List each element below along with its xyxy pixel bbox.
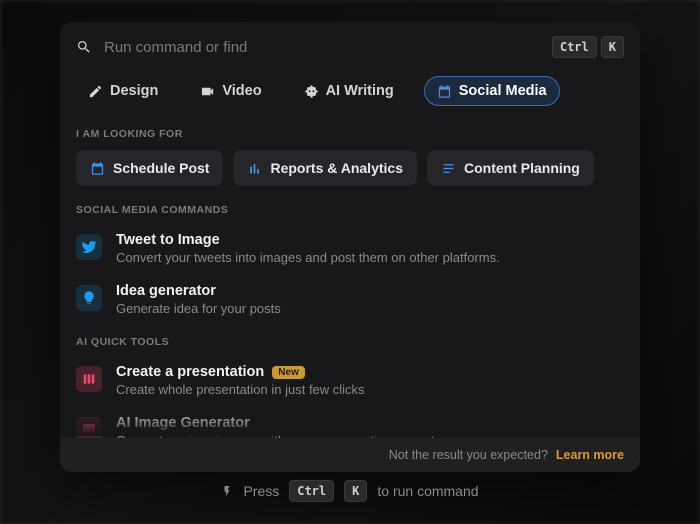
tab-ai-writing[interactable]: AI Writing [292,77,406,105]
palette-body: I AM LOOKING FOR Schedule Post Reports &… [60,120,640,438]
command-subtitle: Convert your tweets into images and post… [116,250,624,265]
learn-more-link[interactable]: Learn more [556,448,624,462]
chip-label: Reports & Analytics [270,160,403,176]
keyboard-hint: Press Ctrl K to run command [0,480,700,502]
pen-icon [88,84,103,99]
command-text: Create a presentation New Create whole p… [116,364,624,397]
command-title: Create a presentation New [116,364,624,380]
calendar-icon [90,161,105,176]
video-icon [200,84,215,99]
bulb-icon [76,285,102,311]
kbd-k: K [344,480,367,502]
tool-ai-image-generator[interactable]: AI Image Generator Generate unique image… [76,409,624,438]
tab-label: AI Writing [326,83,394,99]
section-tools: AI QUICK TOOLS [76,336,624,348]
command-text: AI Image Generator Generate unique image… [116,415,624,438]
command-title: AI Image Generator [116,415,624,431]
footer-text: Not the result you expected? [389,448,548,462]
command-idea-generator[interactable]: Idea generator Generate idea for your po… [76,277,624,328]
command-text: Tweet to Image Convert your tweets into … [116,232,624,265]
section-looking-for: I AM LOOKING FOR [76,128,624,140]
kbd-k: K [601,36,624,58]
palette-footer: Not the result you expected? Learn more [60,438,640,472]
tab-social-media[interactable]: Social Media [424,76,560,106]
command-title: Tweet to Image [116,232,624,248]
shortcut-hint: Ctrl K [552,36,624,58]
bolt-icon [221,485,233,497]
calendar-icon [437,84,452,99]
tab-design[interactable]: Design [76,77,170,105]
tab-video[interactable]: Video [188,77,273,105]
tab-label: Video [222,83,261,99]
command-subtitle: Create whole presentation in just few cl… [116,382,624,397]
title-text: Create a presentation [116,364,264,380]
command-tweet-to-image[interactable]: Tweet to Image Convert your tweets into … [76,226,624,277]
tool-create-presentation[interactable]: Create a presentation New Create whole p… [76,358,624,409]
command-palette: Ctrl K Design Video AI Writing Social Me… [60,22,640,472]
chip-label: Schedule Post [113,160,209,176]
kbd-ctrl: Ctrl [552,36,597,58]
hint-run: to run command [377,483,478,499]
chip-label: Content Planning [464,160,580,176]
tab-label: Social Media [459,83,547,99]
new-badge: New [272,366,305,379]
section-commands: SOCIAL MEDIA COMMANDS [76,204,624,216]
hint-press: Press [243,483,279,499]
command-title: Idea generator [116,283,624,299]
chip-reports[interactable]: Reports & Analytics [233,150,417,186]
chart-icon [247,161,262,176]
search-icon [76,39,92,55]
search-input[interactable] [104,39,540,56]
kbd-ctrl: Ctrl [289,480,334,502]
slides-icon [76,366,102,392]
list-icon [441,161,456,176]
command-subtitle: Generate idea for your posts [116,301,624,316]
tab-label: Design [110,83,158,99]
robot-icon [304,84,319,99]
command-text: Idea generator Generate idea for your po… [116,283,624,316]
image-icon [76,417,102,438]
search-row: Ctrl K [60,22,640,72]
chip-content-planning[interactable]: Content Planning [427,150,594,186]
category-tabs: Design Video AI Writing Social Media [60,72,640,120]
twitter-icon [76,234,102,260]
chip-schedule-post[interactable]: Schedule Post [76,150,223,186]
quick-actions-row: Schedule Post Reports & Analytics Conten… [76,150,624,186]
